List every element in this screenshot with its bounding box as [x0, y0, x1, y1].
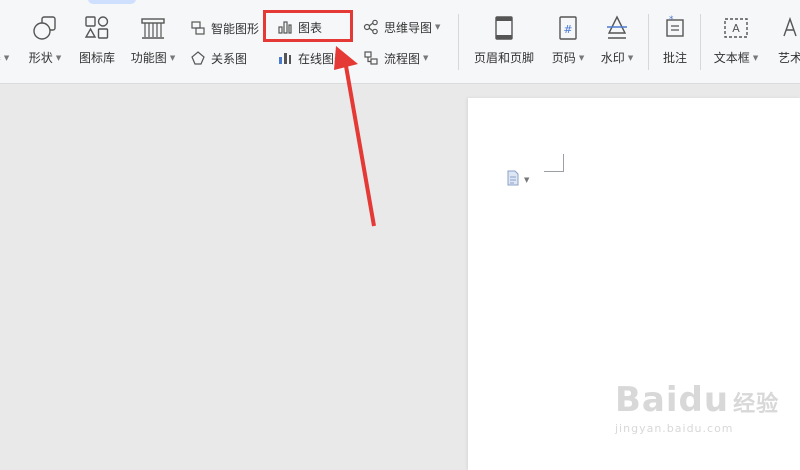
shapes-icon — [31, 14, 59, 42]
page-number-label: 页码 — [551, 51, 576, 65]
partial-tool-label: 器 — [0, 49, 1, 66]
baidu-watermark: Baidu 经验 jingyan.baidu.com — [615, 380, 795, 460]
ribbon-separator — [458, 14, 459, 70]
chevron-down-icon: ▼ — [627, 53, 634, 62]
watermark-logo-suffix: 经验 — [733, 392, 780, 417]
partial-tool-left[interactable]: 器▼ — [0, 14, 12, 72]
header-footer-icon — [490, 14, 518, 42]
svg-text:#: # — [563, 23, 572, 36]
online-chart-button[interactable]: 在线图表 — [277, 48, 346, 68]
watermark-logo-text: Baidu — [615, 380, 730, 420]
svg-text:A: A — [732, 22, 740, 35]
document-icon — [506, 170, 520, 190]
chevron-down-icon: ▼ — [435, 23, 441, 31]
chevron-down-icon: ▼ — [752, 53, 759, 62]
comment-button[interactable]: * 批注 — [656, 14, 694, 72]
art-text-button[interactable]: 艺术 — [770, 14, 800, 72]
smart-graphic-button[interactable]: 智能图形 — [190, 18, 259, 38]
relation-chart-icon — [190, 50, 206, 66]
watermark-icon — [603, 14, 631, 42]
smart-graphic-label: 智能图形 — [211, 21, 260, 36]
chevron-down-icon: ▼ — [423, 54, 429, 62]
flowchart-label: 流程图 — [384, 51, 421, 66]
watermark-label: 水印 — [600, 51, 625, 65]
mind-map-button[interactable]: 思维导图 ▼ — [363, 17, 440, 37]
ribbon-separator — [700, 14, 701, 70]
chevron-down-icon: ▼ — [169, 53, 176, 62]
function-chart-button[interactable]: 功能图 ▼ — [126, 14, 180, 72]
icon-library-button[interactable]: 图标库 — [74, 14, 120, 72]
chevron-down-icon: ▼ — [3, 53, 10, 62]
function-chart-icon — [139, 14, 167, 42]
margin-corner-mark — [544, 154, 564, 172]
art-text-icon — [776, 14, 800, 42]
relation-chart-label: 关系图 — [211, 51, 248, 66]
online-chart-label: 在线图表 — [298, 51, 347, 66]
function-chart-label: 功能图 — [130, 51, 167, 65]
text-box-label: 文本框 — [713, 51, 750, 65]
comment-icon: * — [661, 14, 689, 42]
flowchart-button[interactable]: 流程图 ▼ — [363, 48, 428, 68]
page-number-icon: # — [554, 14, 582, 42]
chevron-down-icon: ▼ — [578, 53, 585, 62]
chevron-down-icon: ▼ — [55, 53, 62, 62]
shapes-label: 形状 — [28, 51, 53, 65]
relation-chart-button[interactable]: 关系图 — [190, 48, 247, 68]
chevron-down-icon: ▼ — [524, 176, 530, 184]
highlight-box — [263, 10, 353, 42]
paste-options-button[interactable]: ▼ — [506, 170, 529, 190]
header-footer-button[interactable]: 页眉和页脚 — [468, 14, 540, 72]
flowchart-icon — [363, 50, 379, 66]
page-number-button[interactable]: # 页码 ▼ — [546, 14, 590, 72]
text-box-icon: A — [722, 14, 750, 42]
ribbon-toolbar: 器▼ 形状▼ 图标库 — [0, 0, 800, 84]
partial-tool-icon — [0, 14, 13, 42]
watermark-logo: Baidu 经验 — [615, 380, 795, 420]
text-box-button[interactable]: A 文本框 ▼ — [708, 14, 764, 72]
comment-label: 批注 — [662, 51, 687, 65]
icon-library-label: 图标库 — [78, 51, 115, 65]
mind-map-icon — [363, 19, 379, 35]
online-chart-icon — [277, 50, 293, 66]
header-footer-label: 页眉和页脚 — [473, 51, 534, 65]
smart-graphic-icon — [190, 20, 206, 36]
ribbon-separator — [648, 14, 649, 70]
svg-text:*: * — [669, 15, 674, 25]
active-tab-indicator — [88, 0, 136, 4]
mind-map-label: 思维导图 — [384, 20, 433, 35]
watermark-url: jingyan.baidu.com — [615, 422, 734, 435]
art-text-label: 艺术 — [777, 51, 800, 65]
shapes-button[interactable]: 形状 ▼ — [22, 14, 68, 72]
watermark-button[interactable]: 水印 ▼ — [596, 14, 638, 72]
icon-library-icon — [83, 14, 111, 42]
